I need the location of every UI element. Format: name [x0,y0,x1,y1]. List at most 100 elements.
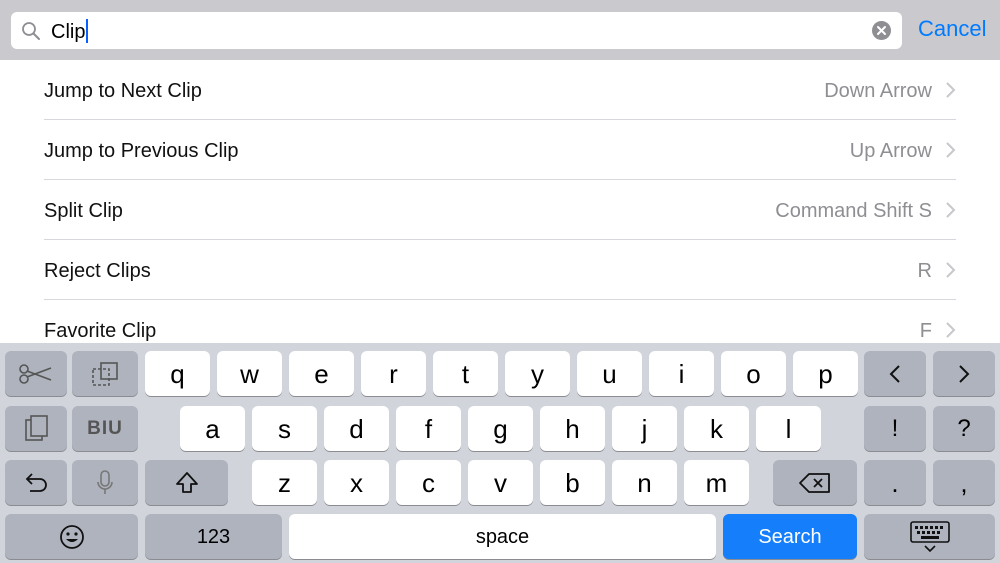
key-label: n [637,467,652,498]
key-f[interactable]: f [396,406,461,451]
search-input[interactable]: Clip [11,12,902,49]
results-list: Jump to Next Clip Down Arrow Jump to Pre… [0,60,1000,343]
clear-search-button[interactable] [872,21,891,40]
key-label: s [278,413,291,444]
cursor-right-key[interactable] [933,351,995,396]
key-label: f [424,413,433,444]
key-label: u [602,358,617,389]
key-h[interactable]: h [540,406,605,451]
cut-key[interactable] [5,351,67,396]
key-p[interactable]: p [793,351,858,396]
chevron-right-icon [946,322,956,338]
key-label: v [494,467,507,498]
result-title: Jump to Next Clip [44,80,202,102]
key-v[interactable]: v [468,460,533,505]
key-label: ! [891,414,899,442]
list-item[interactable]: Split Clip Command Shift S [44,180,956,240]
bold-italic-underline-key[interactable]: BIU [72,406,138,451]
space-key[interactable]: space [289,514,716,559]
key-n[interactable]: n [612,460,677,505]
key-label: g [493,413,508,444]
key-label: , [960,467,968,498]
dictation-key[interactable] [72,460,138,505]
key-o[interactable]: o [721,351,786,396]
search-key[interactable]: Search [723,514,857,559]
key-y[interactable]: y [505,351,570,396]
result-title: Jump to Previous Clip [44,140,239,162]
result-title: Favorite Clip [44,320,157,342]
key-c[interactable]: c [396,460,461,505]
key-label: t [461,358,470,389]
key-w[interactable]: w [217,351,282,396]
backspace-icon [799,472,830,493]
copy-icon [92,361,118,386]
shift-key[interactable] [145,460,228,505]
key-i[interactable]: i [649,351,714,396]
key-label: c [422,467,435,498]
result-shortcut: R [917,260,932,282]
key-label: p [818,358,833,389]
list-item[interactable]: Jump to Previous Clip Up Arrow [44,120,956,180]
key-exclamation[interactable]: ! [864,406,926,451]
clear-icon [877,26,886,35]
chevron-right-icon [946,262,956,278]
key-t[interactable]: t [433,351,498,396]
hide-keyboard-key[interactable] [864,514,995,559]
key-period[interactable]: . [864,460,926,505]
key-label: ? [957,414,971,442]
key-label: b [565,467,580,498]
key-x[interactable]: x [324,460,389,505]
key-z[interactable]: z [252,460,317,505]
key-label: Search [758,525,822,548]
key-g[interactable]: g [468,406,533,451]
left-arrow-icon [889,364,900,383]
search-query-text: Clip [51,19,89,44]
key-label: y [531,358,544,389]
key-label: BIU [87,418,123,439]
key-label: z [278,467,291,498]
search-query-value: Clip [51,21,86,43]
text-caret [86,19,89,43]
key-label: j [641,413,648,444]
result-title: Reject Clips [44,260,151,282]
undo-key[interactable] [5,460,67,505]
numbers-key[interactable]: 123 [145,514,282,559]
result-title: Split Clip [44,200,123,222]
key-b[interactable]: b [540,460,605,505]
key-question[interactable]: ? [933,406,995,451]
key-label: w [240,358,259,389]
shift-icon [175,471,198,493]
key-e[interactable]: e [289,351,354,396]
key-d[interactable]: d [324,406,389,451]
key-r[interactable]: r [361,351,426,396]
list-item[interactable]: Reject Clips R [44,240,956,300]
key-comma[interactable]: , [933,460,995,505]
cursor-left-key[interactable] [864,351,926,396]
list-item[interactable]: Jump to Next Clip Down Arrow [44,60,956,120]
copy-key[interactable] [72,351,138,396]
key-label: k [710,413,723,444]
emoji-key[interactable] [5,514,138,559]
key-label: 123 [196,525,231,548]
paste-icon [25,414,48,441]
key-m[interactable]: m [684,460,749,505]
key-a[interactable]: a [180,406,245,451]
cancel-button[interactable]: Cancel [918,16,986,42]
list-item[interactable]: Favorite Clip F [44,300,956,343]
chevron-right-icon [946,82,956,98]
key-l[interactable]: l [756,406,821,451]
key-label: space [475,525,530,548]
key-q[interactable]: q [145,351,210,396]
key-label: r [389,358,398,389]
scissors-icon [19,363,52,384]
key-j[interactable]: j [612,406,677,451]
key-u[interactable]: u [577,351,642,396]
key-label: i [678,358,685,389]
emoji-icon [59,524,84,549]
key-s[interactable]: s [252,406,317,451]
hide-keyboard-icon [909,520,950,552]
key-k[interactable]: k [684,406,749,451]
paste-key[interactable] [5,406,67,451]
backspace-key[interactable] [773,460,857,505]
on-screen-keyboard: q w e r t y u i o p BIU a s d f g h j k … [0,343,1000,563]
